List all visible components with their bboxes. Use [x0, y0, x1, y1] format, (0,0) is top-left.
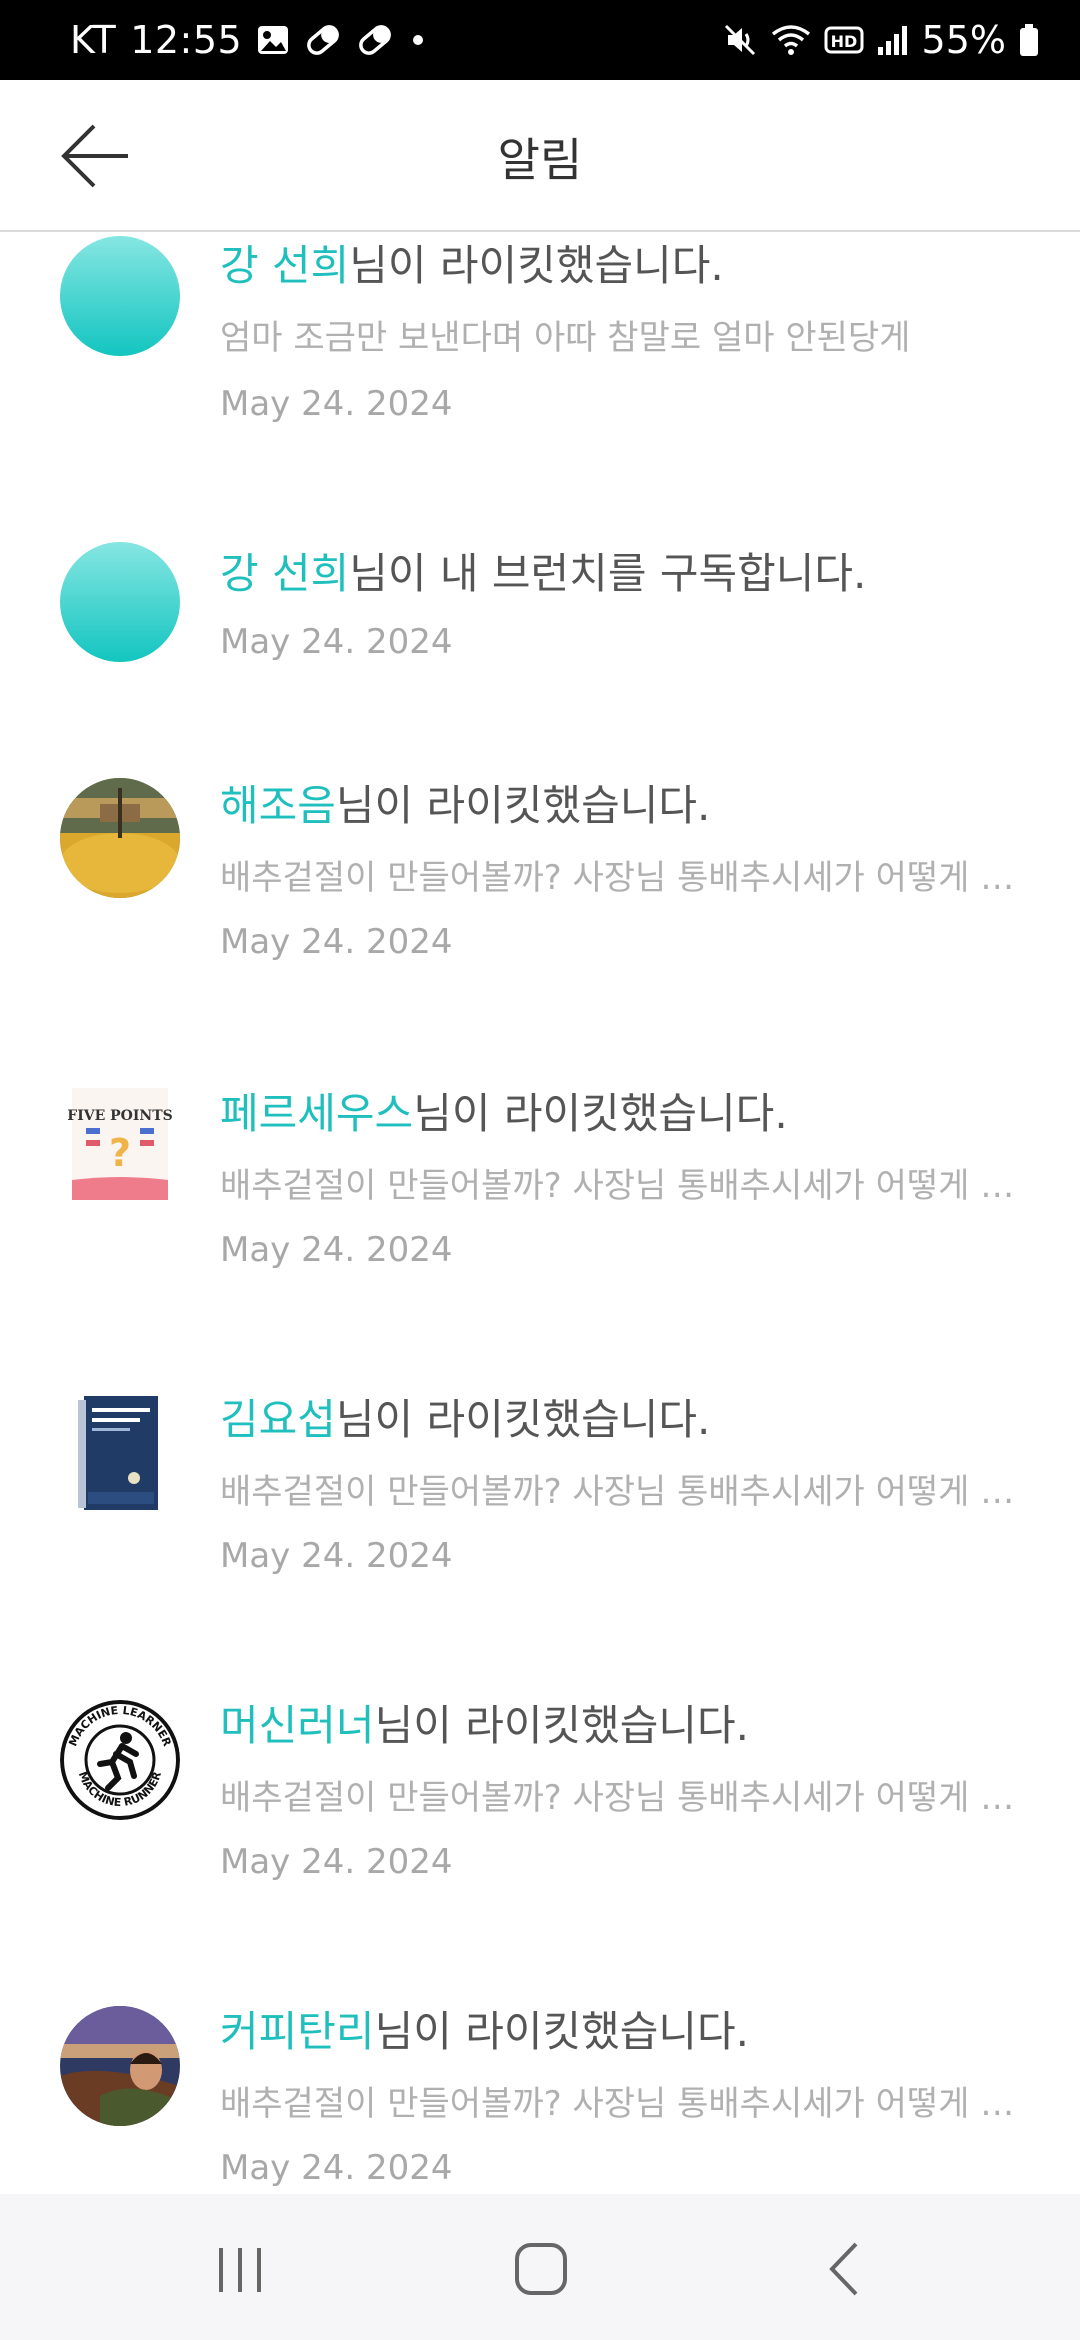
- carrier-label: KT: [70, 18, 117, 62]
- notification-preview: 배추겉절이 만들어볼까? 사장님 통배추시세가 어떻게 …: [220, 1472, 1015, 1512]
- notification-date: May 24. 2024: [220, 2148, 453, 2188]
- wifi-icon: [770, 22, 812, 58]
- signal-icon: [876, 23, 910, 57]
- book-title: FIVE POINTS: [67, 1108, 173, 1124]
- notification-date: May 24. 2024: [220, 1536, 453, 1576]
- mute-icon: [722, 22, 758, 58]
- notification-action: 님이 라이킷했습니다.: [335, 781, 711, 830]
- page-title: 알림: [497, 133, 583, 187]
- notification-item[interactable]: 강 선희님이 내 브런치를 구독합니다. May 24. 2024: [0, 534, 1080, 774]
- autumn-photo-icon: [60, 778, 180, 898]
- hd-icon: HD: [824, 24, 864, 56]
- user-name-link[interactable]: 페르세우스: [220, 1089, 413, 1138]
- notification-preview: 엄마 조금만 보낸다며 아따 참말로 얼마 안된당게: [220, 318, 911, 358]
- clock: 12:55: [130, 18, 243, 62]
- user-name-link[interactable]: 머신러너: [220, 1701, 375, 1750]
- notification-action: 님이 라이킷했습니다.: [413, 1089, 788, 1138]
- notification-item[interactable]: 김요섭님이 라이킷했습니다. 배추겉절이 만들어볼까? 사장님 통배추시세가 어…: [0, 1386, 1080, 1686]
- avatar[interactable]: FIVE POINTS ?: [60, 1084, 180, 1204]
- avatar[interactable]: [60, 542, 180, 662]
- notification-preview: 배추겉절이 만들어볼까? 사장님 통배추시세가 어떻게 …: [220, 1778, 1015, 1818]
- notification-item[interactable]: 강 선희님이 라이킷했습니다. 엄마 조금만 보낸다며 아따 참말로 얼마 안된…: [0, 232, 1080, 532]
- notification-date: May 24. 2024: [220, 922, 453, 962]
- notification-date: May 24. 2024: [220, 1842, 453, 1882]
- system-back-button[interactable]: [810, 2234, 880, 2304]
- avatar[interactable]: [60, 1394, 180, 1514]
- notification-list[interactable]: 강 선희님이 라이킷했습니다. 엄마 조금만 보낸다며 아따 참말로 얼마 안된…: [0, 232, 1080, 2194]
- avatar[interactable]: [60, 2006, 180, 2126]
- dot-icon: [408, 30, 428, 50]
- user-name-link[interactable]: 강 선희: [220, 241, 349, 290]
- notification-action: 님이 라이킷했습니다.: [374, 1701, 750, 1750]
- painting-icon: [60, 2006, 180, 2126]
- back-icon: [829, 2242, 858, 2296]
- image-icon: [256, 23, 290, 57]
- battery-icon: [1018, 22, 1040, 58]
- recent-apps-button[interactable]: [205, 2234, 275, 2304]
- user-name-link[interactable]: 김요섭: [220, 1395, 336, 1444]
- notification-item[interactable]: FIVE POINTS ? 페르세우스님이 라이킷했습니다. 배추겉절이 만들어…: [0, 1080, 1080, 1380]
- notification-action: 님이 라이킷했습니다.: [349, 241, 724, 290]
- notification-date: May 24. 2024: [220, 622, 453, 662]
- user-name-link[interactable]: 커피탄리: [220, 2007, 375, 2056]
- user-name-link[interactable]: 해조음: [220, 781, 336, 830]
- notification-preview: 배추겉절이 만들어볼까? 사장님 통배추시세가 어떻게 …: [220, 2084, 1015, 2124]
- notification-action: 님이 내 브런치를 구독합니다.: [349, 549, 867, 598]
- notification-item[interactable]: 커피탄리님이 라이킷했습니다. 배추겉절이 만들어볼까? 사장님 통배추시세가 …: [0, 1998, 1080, 2194]
- status-bar: KT 12:55 HD 55%: [0, 0, 1080, 80]
- app-header: 알림: [0, 80, 1080, 232]
- avatar[interactable]: [60, 236, 180, 356]
- machine-runner-logo-icon: MACHINE LEARNER MACHINE RUNNER: [60, 1700, 180, 1820]
- svg-text:HD: HD: [830, 32, 857, 51]
- home-button[interactable]: [506, 2234, 576, 2304]
- pill-icon: [356, 23, 394, 57]
- pill-icon: [304, 23, 342, 57]
- notification-item[interactable]: 해조음님이 라이킷했습니다. 배추겉절이 만들어볼까? 사장님 통배추시세가 어…: [0, 772, 1080, 1072]
- notification-preview: 배추겉절이 만들어볼까? 사장님 통배추시세가 어떻게 …: [220, 858, 1015, 898]
- notification-action: 님이 라이킷했습니다.: [335, 1395, 711, 1444]
- notification-date: May 24. 2024: [220, 384, 453, 424]
- svg-text:?: ?: [109, 1131, 131, 1175]
- avatar[interactable]: [60, 778, 180, 898]
- user-name-link[interactable]: 강 선희: [220, 549, 349, 598]
- home-icon: [515, 2243, 567, 2295]
- battery-percent: 55%: [921, 18, 1006, 62]
- notification-action: 님이 라이킷했습니다.: [374, 2007, 750, 2056]
- avatar[interactable]: MACHINE LEARNER MACHINE RUNNER: [60, 1700, 180, 1820]
- recent-apps-icon: [219, 2248, 261, 2292]
- five-points-book-icon: FIVE POINTS ?: [67, 1088, 173, 1200]
- book-cover-icon: [78, 1396, 158, 1510]
- notification-item[interactable]: MACHINE LEARNER MACHINE RUNNER 머신러너님이 라이…: [0, 1692, 1080, 1992]
- system-nav-bar: [0, 2194, 1080, 2340]
- notification-preview: 배추겉절이 만들어볼까? 사장님 통배추시세가 어떻게 …: [220, 1166, 1015, 1206]
- notification-date: May 24. 2024: [220, 1230, 453, 1270]
